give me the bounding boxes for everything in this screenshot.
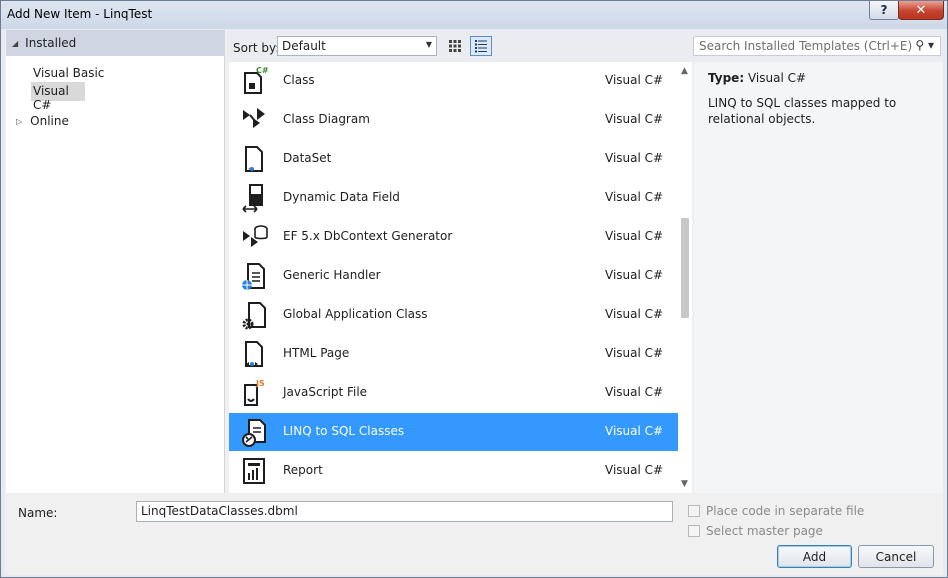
template-name: Dynamic Data Field — [283, 190, 400, 204]
template-row-class[interactable]: C# Class Visual C# — [229, 62, 678, 100]
nav-item-visual-basic[interactable]: Visual Basic — [33, 66, 104, 80]
template-name: DataSet — [283, 151, 332, 165]
template-name: LINQ to SQL Classes — [283, 424, 405, 438]
template-name: Class — [283, 73, 315, 87]
type-value: Visual C# — [747, 71, 807, 85]
template-description: LINQ to SQL classes mapped to relational… — [708, 96, 897, 126]
template-language: Visual C# — [605, 307, 664, 321]
template-name: Class Diagram — [283, 112, 370, 126]
template-row-html-page[interactable]: HTML Page Visual C# — [229, 335, 678, 373]
template-details-pane: Type: Visual C# LINQ to SQL classes mapp… — [694, 62, 943, 493]
nav-installed-label: Installed — [25, 36, 77, 50]
expanded-triangle-icon[interactable]: ◢ — [12, 39, 18, 48]
global-application-icon — [242, 302, 266, 330]
template-language: Visual C# — [605, 268, 664, 282]
help-button[interactable]: ? — [869, 1, 899, 20]
search-templates-input[interactable]: Search Installed Templates (Ctrl+E) ⚲ ▾ — [693, 36, 941, 56]
template-row-generic-handler[interactable]: Generic Handler Visual C# — [229, 257, 678, 295]
template-name: Report — [283, 463, 323, 477]
template-row-javascript-file[interactable]: JS JavaScript File Visual C# — [229, 374, 678, 412]
template-toolbar: Sort by: Default ▼ Search Installed Temp… — [227, 30, 943, 62]
add-new-item-dialog: Add New Item - LinqTest ? ✕ ◢ Installed … — [0, 0, 948, 578]
list-view-icon — [475, 40, 487, 53]
place-code-separate-checkbox[interactable]: Place code in separate file — [688, 504, 864, 518]
template-row-class-diagram[interactable]: Class Diagram Visual C# — [229, 101, 678, 139]
template-language: Visual C# — [605, 385, 664, 399]
checkbox-box[interactable] — [688, 525, 700, 537]
checkbox-box[interactable] — [688, 505, 700, 517]
report-icon — [243, 458, 265, 484]
search-placeholder: Search Installed Templates (Ctrl+E) — [699, 39, 913, 53]
template-language: Visual C# — [605, 424, 664, 438]
template-row-report[interactable]: Report Visual C# — [229, 452, 678, 490]
sort-by-label: Sort by: — [233, 41, 280, 55]
template-list: C# Class Visual C# Class Diagram Visual … — [229, 62, 692, 493]
class-diagram-icon — [243, 108, 265, 128]
sort-by-select[interactable]: Default ▼ — [277, 36, 437, 56]
medium-icons-view-button[interactable] — [444, 36, 466, 56]
template-row-linq-to-sql[interactable]: LINQ to SQL Classes Visual C# — [229, 413, 678, 451]
nav-item-label: Visual Basic — [33, 66, 105, 80]
nav-online-label: Online — [30, 114, 69, 128]
html-page-icon — [245, 341, 263, 367]
scroll-down-arrow-icon[interactable]: ▼ — [681, 479, 688, 489]
sort-by-value: Default — [282, 39, 326, 53]
nav-item-visual-csharp[interactable]: Visual C# — [31, 82, 85, 112]
dialog-footer: Name: LinqTestDataClasses.dbml Place cod… — [5, 493, 943, 575]
template-row-ef-generator[interactable]: EF 5.x DbContext Generator Visual C# — [229, 218, 678, 256]
svg-text:C#: C# — [256, 66, 269, 75]
scroll-up-arrow-icon[interactable]: ▲ — [681, 66, 688, 76]
template-row-global-application-class[interactable]: Global Application Class Visual C# — [229, 296, 678, 334]
item-name-input[interactable]: LinqTestDataClasses.dbml — [136, 501, 673, 522]
name-label: Name: — [18, 506, 58, 520]
nav-installed-header[interactable]: ◢ Installed — [6, 30, 225, 56]
generic-handler-icon — [242, 263, 265, 290]
class-icon: C# — [244, 66, 269, 94]
javascript-file-icon: JS — [244, 379, 265, 406]
template-name: JavaScript File — [283, 385, 368, 399]
template-language: Visual C# — [605, 229, 664, 243]
template-language: Visual C# — [605, 112, 664, 126]
cancel-button[interactable]: Cancel — [858, 545, 934, 568]
nav-item-label: Visual C# — [33, 84, 69, 112]
dialog-body: ◢ Installed Visual Basic Visual C# ▷ Onl… — [5, 30, 943, 575]
ef-generator-icon — [243, 225, 268, 247]
template-row-dataset[interactable]: ‹› DataSet Visual C# — [229, 140, 678, 178]
nav-online[interactable]: ▷ Online — [16, 114, 69, 128]
collapsed-triangle-icon[interactable]: ▷ — [16, 117, 22, 126]
chevron-down-icon: ▼ — [425, 40, 432, 49]
select-master-page-checkbox[interactable]: Select master page — [688, 524, 823, 538]
template-language: Visual C# — [605, 463, 664, 477]
template-name: EF 5.x DbContext Generator — [283, 229, 453, 243]
add-button[interactable]: Add — [777, 545, 852, 568]
scroll-thumb[interactable] — [681, 218, 689, 318]
grid-view-icon — [449, 40, 461, 52]
svg-text:JS: JS — [255, 379, 265, 388]
template-name: HTML Page — [283, 346, 350, 360]
linq-to-sql-icon — [242, 419, 266, 447]
search-icon[interactable]: ⚲ ▾ — [915, 38, 934, 52]
template-language: Visual C# — [605, 346, 664, 360]
type-label: Type: — [708, 71, 745, 85]
details-view-button[interactable] — [470, 36, 492, 56]
dataset-icon: ‹› — [245, 146, 263, 173]
template-language: Visual C# — [605, 190, 664, 204]
template-type-line: Type: Visual C# — [708, 71, 806, 85]
template-name: Global Application Class — [283, 307, 428, 321]
template-name: Generic Handler — [283, 268, 381, 282]
window-title: Add New Item - LinqTest — [7, 7, 153, 21]
template-row-dynamic-data-field[interactable]: Dynamic Data Field Visual C# — [229, 179, 678, 217]
dynamic-data-field-icon — [242, 184, 263, 213]
template-list-scrollbar[interactable]: ▲ ▼ — [679, 62, 692, 493]
close-button[interactable]: ✕ — [898, 1, 944, 20]
template-language: Visual C# — [605, 73, 664, 87]
template-categories-tree: ◢ Installed Visual Basic Visual C# ▷ Onl… — [6, 30, 225, 493]
select-master-label: Select master page — [706, 524, 823, 538]
template-language: Visual C# — [605, 151, 664, 165]
place-code-label: Place code in separate file — [706, 504, 865, 518]
title-bar: Add New Item - LinqTest ? ✕ — [1, 1, 947, 29]
